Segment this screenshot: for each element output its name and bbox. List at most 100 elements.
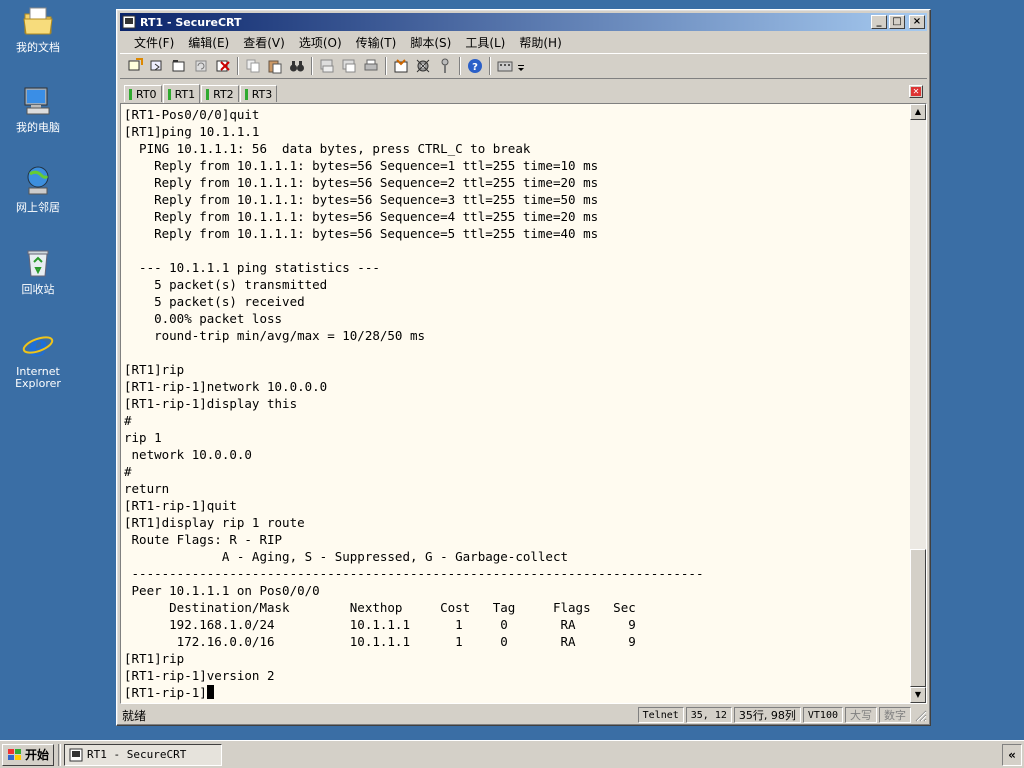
svg-text:e: e — [28, 329, 47, 362]
windows-logo-icon — [8, 748, 21, 760]
binoculars-icon — [290, 61, 304, 72]
terminal-line: [RT1]rip — [124, 651, 185, 666]
copy-button[interactable] — [242, 56, 264, 76]
connect-icon — [128, 58, 143, 71]
desktop-icon-my-computer[interactable]: 我的电脑 — [6, 84, 70, 134]
tab-rt0[interactable]: RT0 — [124, 85, 162, 102]
session-options-button[interactable] — [390, 56, 412, 76]
menu-view[interactable]: 查看(V) — [237, 34, 293, 51]
desktop-icon-label: 我的电脑 — [16, 121, 60, 134]
close-icon: ✕ — [911, 87, 921, 96]
terminal-line: 172.16.0.0/16 10.1.1.1 1 0 RA 9 — [124, 634, 636, 649]
scroll-down-button[interactable]: ▼ — [910, 687, 926, 703]
scroll-thumb[interactable] — [910, 549, 926, 687]
start-button[interactable]: 开始 — [2, 743, 55, 766]
terminal-line: [RT1]rip — [124, 362, 185, 377]
desktop-icon-label: Internet Explorer — [15, 365, 61, 390]
key-icon — [441, 58, 449, 73]
tab-label: RT1 — [174, 87, 196, 101]
minimize-button[interactable]: _ — [871, 15, 887, 29]
disconnect-icon — [216, 60, 230, 72]
menu-help[interactable]: 帮助(H) — [513, 34, 569, 51]
connect-button[interactable] — [124, 56, 146, 76]
terminal-line: Reply from 10.1.1.1: bytes=56 Sequence=2… — [124, 175, 599, 190]
tray-expand-button[interactable]: « — [1002, 744, 1022, 766]
button-bar-button[interactable] — [494, 56, 516, 76]
title-bar[interactable]: RT1 - SecureCRT _ □ × — [120, 13, 927, 31]
print-screen-button[interactable] — [316, 56, 338, 76]
terminal-output[interactable]: [RT1-Pos0/0/0]quit [RT1]ping 10.1.1.1 PIN… — [121, 104, 909, 703]
menu-script[interactable]: 脚本(S) — [404, 34, 459, 51]
tab-rt3[interactable]: RT3 — [239, 85, 278, 102]
menu-bar: 文件(F) 编辑(E) 查看(V) 选项(O) 传输(T) 脚本(S) 工具(L… — [120, 32, 927, 52]
find-button[interactable] — [286, 56, 308, 76]
tab-rt1[interactable]: RT1 — [162, 84, 201, 103]
printer-icon — [364, 59, 378, 71]
toolbar: ? — [120, 53, 927, 79]
keymap-button[interactable] — [434, 56, 456, 76]
terminal-panel[interactable]: [RT1-Pos0/0/0]quit [RT1]ping 10.1.1.1 PIN… — [120, 103, 927, 704]
status-caps-lock: 大写 — [845, 707, 877, 723]
menu-transfer[interactable]: 传输(T) — [350, 34, 405, 51]
menu-tools[interactable]: 工具(L) — [459, 34, 513, 51]
terminal-cursor — [206, 685, 214, 699]
tab-label: RT2 — [213, 87, 234, 101]
global-options-button[interactable] — [412, 56, 434, 76]
connect-in-tab-button[interactable] — [168, 56, 190, 76]
status-cursor-position: 35, 12 — [685, 707, 732, 723]
resize-grip-icon[interactable] — [913, 708, 927, 722]
toolbar-separator — [385, 57, 387, 75]
toolbar-separator — [489, 57, 491, 75]
connection-status-icon — [206, 88, 210, 100]
menu-options[interactable]: 选项(O) — [293, 34, 350, 51]
connection-status-icon — [167, 88, 171, 100]
terminal-line: 5 packet(s) received — [124, 294, 305, 309]
reconnect-button[interactable] — [190, 56, 212, 76]
tab-label: RT0 — [136, 87, 157, 101]
maximize-button[interactable]: □ — [889, 15, 905, 29]
menu-file[interactable]: 文件(F) — [128, 34, 182, 51]
desktop-icon-network[interactable]: 网上邻居 — [6, 164, 70, 214]
terminal-line: 192.168.1.0/24 10.1.1.1 1 0 RA 9 — [124, 617, 636, 632]
vertical-scrollbar[interactable]: ▲ ▼ — [910, 104, 926, 703]
print-selection-button[interactable] — [338, 56, 360, 76]
desktop-icon-internet-explorer[interactable]: e Internet Explorer — [6, 328, 70, 390]
terminal-line: Reply from 10.1.1.1: bytes=56 Sequence=3… — [124, 192, 599, 207]
menu-edit[interactable]: 编辑(E) — [182, 34, 237, 51]
internet-explorer-icon: e — [22, 329, 54, 362]
disconnect-button[interactable] — [212, 56, 234, 76]
status-emulation: VT100 — [802, 707, 843, 723]
desktop-icon-my-documents[interactable]: 我的文档 — [6, 4, 70, 54]
session-options-icon — [394, 59, 408, 73]
terminal-line: rip 1 — [124, 430, 162, 445]
status-bar: 就绪 Telnet 35, 12 35行, 98列 VT100 大写 数字 — [120, 706, 927, 724]
help-button[interactable]: ? — [464, 56, 486, 76]
terminal-line: Route Flags: R - RIP — [124, 532, 283, 547]
print-button[interactable] — [360, 56, 382, 76]
close-button[interactable]: × — [909, 15, 925, 29]
taskbar-item-label: RT1 - SecureCRT — [87, 748, 187, 761]
taskbar-item-securecrt[interactable]: RT1 - SecureCRT — [64, 743, 223, 766]
connection-status-icon — [244, 88, 248, 100]
status-terminal-size: 35行, 98列 — [733, 707, 801, 723]
tab-rt2[interactable]: RT2 — [201, 85, 239, 102]
window-title: RT1 - SecureCRT — [140, 15, 242, 29]
securecrt-app-icon — [69, 748, 83, 761]
start-label: 开始 — [25, 748, 50, 762]
print-screen-icon — [320, 59, 334, 73]
terminal-line: Destination/Mask Nexthop Cost Tag Flags … — [124, 600, 636, 615]
print-selection-icon — [342, 59, 356, 73]
connection-status-icon — [129, 88, 132, 100]
chevron-down-icon — [518, 65, 524, 71]
toolbar-overflow-button[interactable] — [516, 56, 526, 76]
paste-button[interactable] — [264, 56, 286, 76]
copy-icon — [246, 59, 260, 73]
scroll-up-button[interactable]: ▲ — [910, 104, 926, 120]
tab-label: RT3 — [251, 87, 273, 101]
desktop-icon-recycle-bin[interactable]: 回收站 — [6, 246, 70, 296]
quick-connect-icon — [150, 60, 162, 71]
quick-connect-button[interactable] — [146, 56, 168, 76]
toolbar-separator — [237, 57, 239, 75]
close-tab-button[interactable]: ✕ — [909, 85, 923, 98]
terminal-line: A - Aging, S - Suppressed, G - Garbage-c… — [124, 549, 569, 564]
